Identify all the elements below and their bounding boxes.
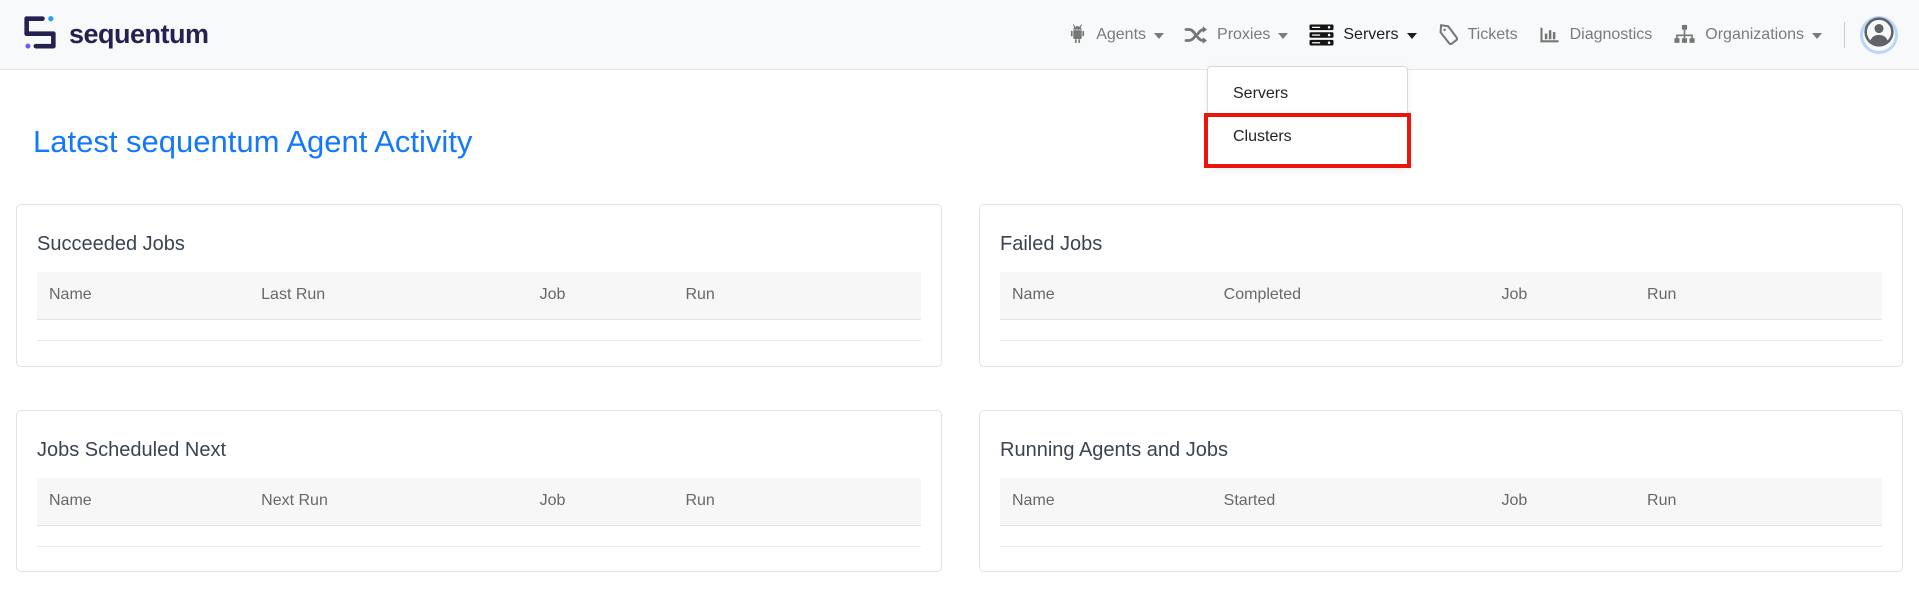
table-row xyxy=(1000,525,1882,546)
column-header: Name xyxy=(1000,478,1212,525)
nav-item-organizations[interactable]: Organizations xyxy=(1662,0,1832,70)
bar-chart-icon xyxy=(1538,23,1562,46)
column-header: Started xyxy=(1212,478,1490,525)
column-header: Run xyxy=(673,272,921,319)
chevron-down-icon xyxy=(1407,33,1417,39)
dropdown-item-servers[interactable]: Servers xyxy=(1208,75,1407,113)
nav-label: Organizations xyxy=(1705,26,1804,44)
user-menu-button[interactable] xyxy=(1863,19,1895,51)
card-succeeded-jobs: Succeeded Jobs Name Last Run Job Run xyxy=(16,204,942,367)
brand-name: sequentum xyxy=(69,19,209,50)
column-header: Name xyxy=(37,478,249,525)
card-title: Succeeded Jobs xyxy=(37,233,921,256)
card-failed-jobs: Failed Jobs Name Completed Job Run xyxy=(979,204,1903,367)
nav-label: Diagnostics xyxy=(1570,26,1653,44)
nav-label: Tickets xyxy=(1468,26,1518,44)
column-header: Run xyxy=(1635,478,1882,525)
column-header: Run xyxy=(673,478,921,525)
card-running-agents-and-jobs: Running Agents and Jobs Name Started Job… xyxy=(979,410,1903,572)
card-title: Failed Jobs xyxy=(1000,233,1882,256)
column-header: Completed xyxy=(1212,272,1490,319)
nav-label: Proxies xyxy=(1217,26,1270,44)
nav-separator xyxy=(1844,22,1845,48)
top-navbar: sequentum Agents xyxy=(0,0,1919,70)
user-circle-icon xyxy=(1863,16,1895,53)
page-title: Latest sequentum Agent Activity xyxy=(33,124,472,160)
nav-items: Agents Proxies xyxy=(1057,0,1895,70)
column-header: Run xyxy=(1635,272,1882,319)
sitemap-icon xyxy=(1672,23,1697,46)
dropdown-item-clusters[interactable]: Clusters xyxy=(1208,113,1407,159)
sequentum-logo-icon xyxy=(20,12,60,57)
table-row xyxy=(1000,319,1882,340)
table-row xyxy=(37,319,921,340)
column-header: Next Run xyxy=(249,478,527,525)
column-header: Job xyxy=(1490,272,1636,319)
column-header: Last Run xyxy=(249,272,527,319)
column-header: Name xyxy=(1000,272,1212,319)
nav-item-agents[interactable]: Agents xyxy=(1057,0,1174,70)
nav-item-proxies[interactable]: Proxies xyxy=(1174,0,1298,70)
table-row xyxy=(37,525,921,546)
card-jobs-scheduled-next: Jobs Scheduled Next Name Next Run Job Ru… xyxy=(16,410,942,572)
chevron-down-icon xyxy=(1278,33,1288,39)
shuffle-icon xyxy=(1184,24,1209,46)
chevron-down-icon xyxy=(1154,33,1164,39)
nav-label: Agents xyxy=(1096,26,1146,44)
nav-label: Servers xyxy=(1343,26,1398,44)
nav-item-tickets[interactable]: Tickets xyxy=(1427,0,1528,70)
column-header: Job xyxy=(528,272,674,319)
running-agents-and-jobs-table: Name Started Job Run xyxy=(1000,478,1882,547)
failed-jobs-table: Name Completed Job Run xyxy=(1000,272,1882,341)
column-header: Job xyxy=(1490,478,1636,525)
chevron-down-icon xyxy=(1812,33,1822,39)
column-header: Name xyxy=(37,272,249,319)
succeeded-jobs-table: Name Last Run Job Run xyxy=(37,272,921,341)
nav-item-servers[interactable]: Servers xyxy=(1298,0,1426,70)
nav-item-diagnostics[interactable]: Diagnostics xyxy=(1528,0,1663,70)
card-title: Jobs Scheduled Next xyxy=(37,439,921,462)
servers-dropdown-menu: Servers Clusters xyxy=(1207,66,1408,168)
card-title: Running Agents and Jobs xyxy=(1000,439,1882,462)
jobs-scheduled-next-table: Name Next Run Job Run xyxy=(37,478,921,547)
tags-icon xyxy=(1437,23,1460,46)
android-icon xyxy=(1067,23,1088,47)
brand-logo[interactable]: sequentum xyxy=(20,12,209,57)
column-header: Job xyxy=(528,478,674,525)
servers-icon xyxy=(1308,23,1335,47)
